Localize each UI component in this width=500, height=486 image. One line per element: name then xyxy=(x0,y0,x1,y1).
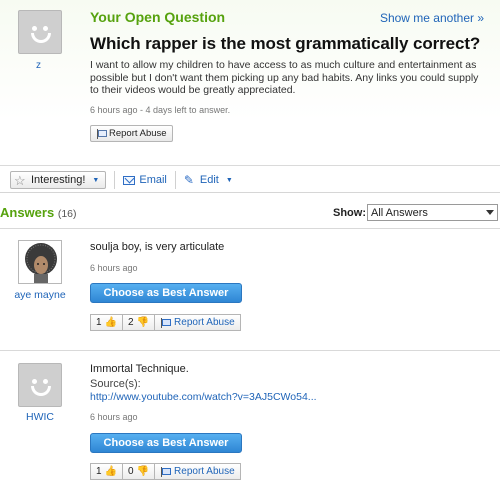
mail-icon xyxy=(123,175,136,185)
edit-link[interactable]: ✎ Edit ▼ xyxy=(184,174,233,186)
question-panel: z Your Open Question Show me another » W… xyxy=(0,0,500,193)
interesting-button[interactable]: ☆ Interesting! ▼ xyxy=(10,171,107,189)
answers-count: (16) xyxy=(57,208,77,220)
answer-vote-bar: 1 👍 0 👎 Report Abuse xyxy=(90,463,241,480)
answer-vote-bar: 1 👍 2 👎 Report Abuse xyxy=(90,314,241,331)
avatar-eye-icon xyxy=(43,379,48,384)
choose-best-answer-button[interactable]: Choose as Best Answer xyxy=(90,283,242,303)
question-action-bar: ☆ Interesting! ▼ Email ✎ Edit ▼ xyxy=(10,171,233,189)
thumbs-up-button[interactable]: 1 👍 xyxy=(90,314,124,331)
report-abuse-label: Report Abuse xyxy=(174,466,235,477)
thumbs-down-count: 2 xyxy=(128,317,134,328)
dropdown-arrow-icon xyxy=(486,210,494,215)
report-abuse-button[interactable]: Report Abuse xyxy=(155,463,241,480)
section-header: Your Open Question xyxy=(90,9,226,25)
thumbs-down-button[interactable]: 0 👎 xyxy=(123,463,156,480)
answerer-name-link[interactable]: aye mayne xyxy=(0,289,80,301)
answer-meta: 6 hours ago xyxy=(90,412,138,422)
answerer-avatar[interactable] xyxy=(18,240,62,284)
answer-meta: 6 hours ago xyxy=(90,263,138,273)
email-link[interactable]: Email xyxy=(123,174,167,186)
answerer-avatar[interactable] xyxy=(18,363,62,407)
divider xyxy=(0,350,500,351)
answers-filter-select[interactable]: All Answers xyxy=(367,204,498,221)
source-label: Source(s): xyxy=(90,378,141,390)
thumbs-up-count: 1 xyxy=(96,317,102,328)
thumbs-down-icon: 👎 xyxy=(136,316,150,328)
divider xyxy=(0,228,500,229)
edit-label: Edit xyxy=(199,174,219,186)
report-abuse-button[interactable]: Report Abuse xyxy=(155,314,241,331)
source-link[interactable]: http://www.youtube.com/watch?v=3AJ5CWo54… xyxy=(90,391,317,403)
thumbs-down-icon: 👎 xyxy=(136,465,150,477)
asker-avatar[interactable] xyxy=(18,10,62,54)
answer-text: Immortal Technique. xyxy=(90,363,189,375)
avatar-smile-icon xyxy=(31,386,51,396)
pencil-icon: ✎ xyxy=(183,173,194,187)
divider xyxy=(114,171,116,189)
thumbs-up-count: 1 xyxy=(96,466,102,477)
question-body: I want to allow my children to have acce… xyxy=(90,59,479,96)
interesting-label: Interesting! xyxy=(31,174,86,186)
thumbs-up-icon: 👍 xyxy=(104,465,118,477)
answerer-name-link[interactable]: HWIC xyxy=(0,411,80,423)
report-abuse-button[interactable]: Report Abuse xyxy=(90,125,173,142)
avatar-eye-icon xyxy=(32,379,37,384)
report-abuse-label: Report Abuse xyxy=(109,128,167,139)
answer-text: soulja boy, is very articulate xyxy=(90,241,225,253)
report-abuse-label: Report Abuse xyxy=(174,317,235,328)
flag-icon xyxy=(160,318,172,328)
thumbs-up-icon: 👍 xyxy=(104,316,118,328)
flag-icon xyxy=(160,467,172,477)
thumbs-up-button[interactable]: 1 👍 xyxy=(90,463,124,480)
divider xyxy=(174,171,176,189)
answers-heading: Answers (16) xyxy=(0,205,77,220)
answers-title: Answers xyxy=(0,205,55,220)
choose-best-answer-button[interactable]: Choose as Best Answer xyxy=(90,433,242,453)
thumbs-down-count: 0 xyxy=(128,466,134,477)
show-another-link[interactable]: Show me another » xyxy=(380,11,484,25)
question-meta: 6 hours ago - 4 days left to answer. xyxy=(90,105,231,115)
thumbs-down-button[interactable]: 2 👎 xyxy=(123,314,156,331)
email-label: Email xyxy=(139,174,167,186)
show-filter-label: Show: xyxy=(333,207,366,219)
asker-name-link[interactable]: z xyxy=(36,60,41,71)
filter-value: All Answers xyxy=(371,207,428,219)
avatar-smile-icon xyxy=(31,33,51,43)
chevron-down-icon: ▼ xyxy=(92,176,100,184)
question-title: Which rapper is the most grammatically c… xyxy=(90,34,481,53)
chevron-down-icon: ▼ xyxy=(225,176,233,184)
avatar-eye-icon xyxy=(32,26,37,31)
avatar-eye-icon xyxy=(43,26,48,31)
afro-avatar-icon xyxy=(25,243,57,283)
flag-icon xyxy=(96,129,107,139)
star-icon: ☆ xyxy=(14,172,26,188)
